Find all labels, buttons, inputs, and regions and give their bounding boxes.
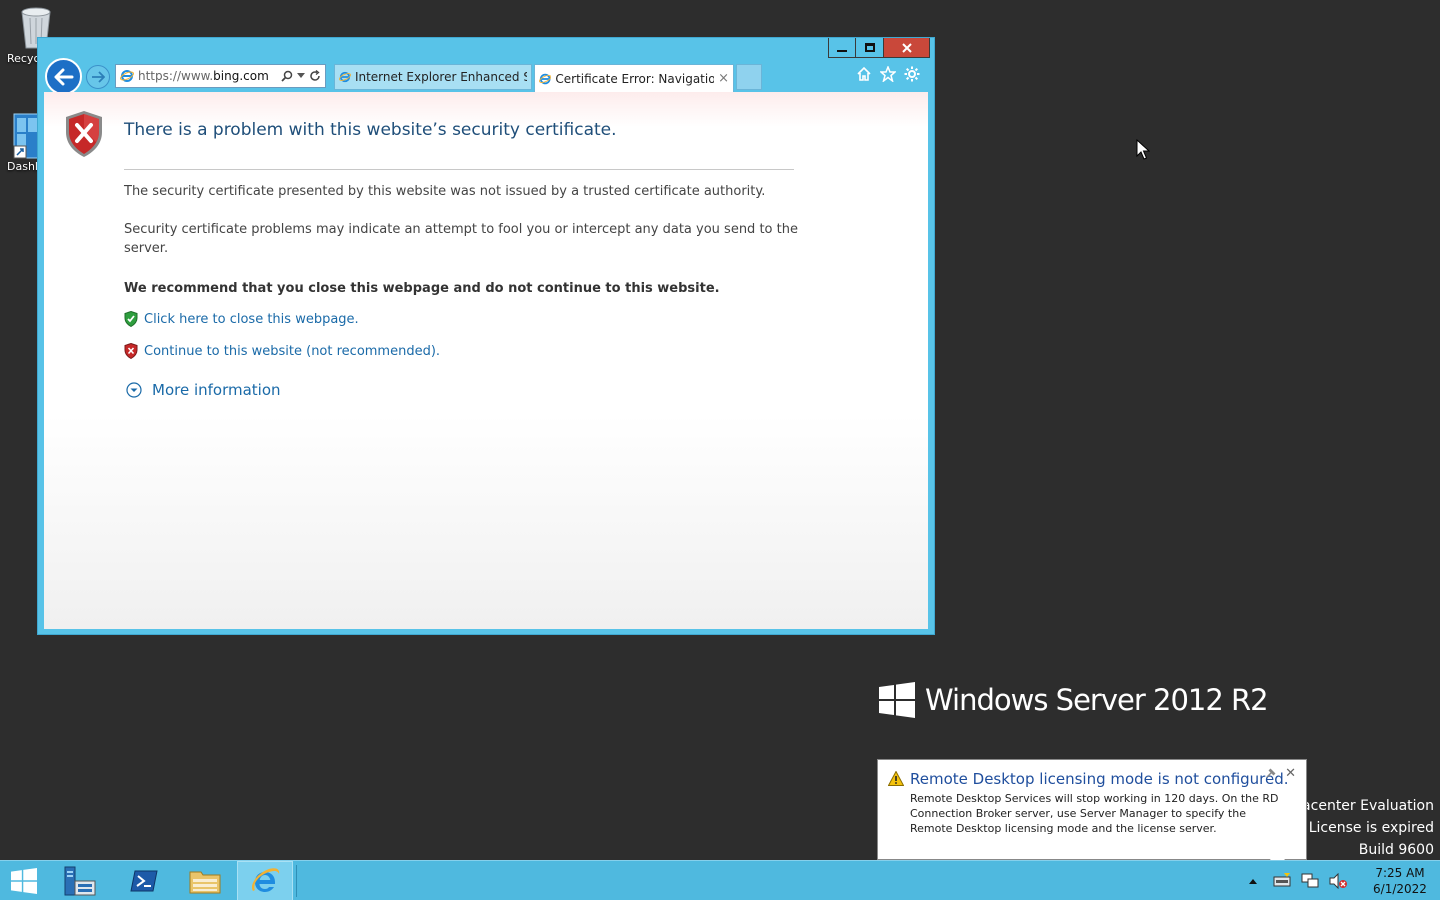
red-shield-x-icon	[124, 343, 138, 359]
home-icon	[857, 66, 871, 81]
pin-icon[interactable]	[1266, 768, 1276, 778]
system-tray: 7:25 AM 6/1/2022	[1248, 861, 1440, 900]
powershell-button[interactable]	[114, 861, 174, 900]
search-icon[interactable]	[281, 70, 293, 82]
folder-icon	[189, 871, 221, 894]
minimize-button[interactable]	[828, 38, 856, 58]
mouse-cursor-icon	[1136, 139, 1150, 160]
back-arrow-icon	[54, 68, 73, 85]
more-information-toggle[interactable]: More information	[126, 381, 281, 399]
maximize-icon	[864, 43, 875, 52]
taskbar-separator	[296, 865, 297, 897]
windows-logo-icon	[879, 682, 915, 718]
green-shield-check-icon	[124, 311, 138, 327]
tab-enhanced-security[interactable]: Internet Explorer Enhanced Sec...	[334, 64, 532, 90]
notification-body: Remote Desktop Services will stop workin…	[910, 792, 1279, 835]
continue-website-link-text[interactable]: Continue to this website (not recommende…	[144, 344, 440, 359]
divider	[124, 169, 794, 170]
dropdown-arrow-icon[interactable]	[297, 73, 305, 79]
server-manager-icon	[64, 866, 96, 896]
page-content: There is a problem with this website’s s…	[44, 92, 928, 629]
edition-watermark: tacenter Evaluation s License is expired…	[1297, 795, 1434, 861]
settings-button[interactable]	[904, 66, 920, 82]
page-title: There is a problem with this website’s s…	[124, 120, 617, 140]
star-icon	[880, 66, 896, 82]
back-button[interactable]	[45, 58, 82, 95]
refresh-icon[interactable]	[309, 70, 321, 82]
navigation-bar: https://www.bing.com/ Internet Explorer …	[44, 58, 928, 95]
more-information-text[interactable]: More information	[152, 381, 281, 399]
error-warning: Security certificate problems may indica…	[124, 222, 798, 256]
maximize-button[interactable]	[856, 38, 884, 58]
clock-time: 7:25 AM	[1375, 866, 1425, 880]
tab-label: Internet Explorer Enhanced Sec...	[354, 70, 527, 84]
ie-tab-icon	[539, 73, 552, 84]
server-alert-icon	[1273, 873, 1291, 887]
internet-explorer-window: https://www.bing.com/ Internet Explorer …	[37, 37, 935, 635]
windows-server-branding: Windows Server 2012 R2	[879, 682, 1269, 718]
windows-logo-icon	[11, 868, 37, 894]
tab-certificate-error[interactable]: Certificate Error: Navigation... ×	[534, 64, 734, 92]
forward-button[interactable]	[86, 65, 110, 89]
show-hidden-icons-icon[interactable]	[1248, 877, 1258, 885]
ie-page-icon	[120, 70, 134, 82]
internet-explorer-icon	[251, 868, 280, 892]
close-webpage-link-text[interactable]: Click here to close this webpage.	[144, 312, 359, 327]
taskbar: 7:25 AM 6/1/2022	[0, 860, 1440, 900]
close-webpage-link[interactable]: Click here to close this webpage.	[124, 311, 359, 327]
volume-muted-icon	[1329, 873, 1347, 889]
new-tab-button[interactable]	[736, 64, 762, 90]
address-url: https://www.bing.com/	[138, 69, 268, 83]
continue-website-link[interactable]: Continue to this website (not recommende…	[124, 343, 440, 359]
server-manager-button[interactable]	[52, 861, 108, 900]
watermark-line: tacenter Evaluation	[1296, 798, 1434, 814]
internet-explorer-button[interactable]	[237, 861, 293, 900]
powershell-icon	[130, 870, 158, 892]
gear-icon	[904, 66, 920, 82]
file-explorer-button[interactable]	[176, 861, 234, 900]
watermark-line: s License is expired	[1297, 820, 1434, 836]
watermark-line: Build 9600	[1358, 842, 1434, 858]
window-controls	[828, 38, 930, 58]
error-description: The security certificate presented by th…	[124, 184, 766, 199]
tray-rd-licensing[interactable]	[1272, 871, 1292, 891]
taskbar-clock[interactable]: 7:25 AM 6/1/2022	[1360, 865, 1440, 897]
address-bar[interactable]: https://www.bing.com/	[115, 64, 326, 88]
notification-balloon[interactable]: Remote Desktop licensing mode is not con…	[877, 759, 1307, 860]
warning-icon	[888, 771, 904, 786]
tab-label: Certificate Error: Navigation...	[555, 71, 715, 86]
tray-network[interactable]	[1300, 871, 1320, 891]
notification-close-icon[interactable]: ✕	[1285, 766, 1296, 781]
tab-close-icon[interactable]: ×	[714, 71, 729, 86]
branding-text: Windows Server 2012 R2	[925, 683, 1269, 717]
close-window-button[interactable]	[884, 38, 930, 58]
ie-tab-icon	[339, 71, 351, 83]
notification-title: Remote Desktop licensing mode is not con…	[910, 770, 1289, 788]
minimize-icon	[837, 49, 847, 52]
shield-error-icon	[66, 111, 102, 157]
forward-arrow-icon	[92, 71, 105, 83]
chevron-down-circle-icon	[126, 382, 142, 398]
browser-toolbar	[856, 66, 920, 82]
favorites-button[interactable]	[880, 66, 896, 82]
close-icon	[901, 42, 912, 53]
tray-volume[interactable]	[1328, 871, 1348, 891]
clock-date: 6/1/2022	[1373, 882, 1427, 896]
home-button[interactable]	[856, 66, 872, 82]
recommendation: We recommend that you close this webpage…	[124, 281, 720, 296]
start-button[interactable]	[0, 861, 48, 900]
network-icon	[1301, 873, 1319, 888]
